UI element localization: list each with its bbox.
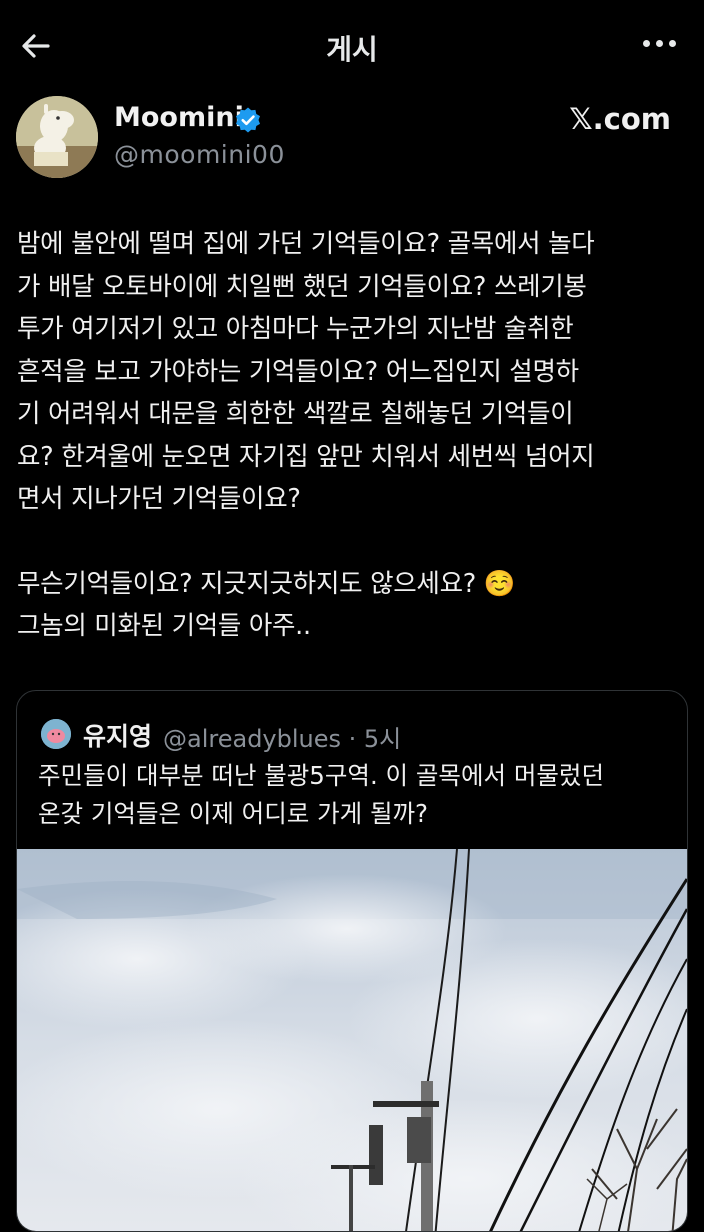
quoted-photo[interactable]: [17, 849, 687, 1232]
quoted-post[interactable]: 유지영 @alreadyblues · 5시 주민들이 대부분 떠난 불광5구역…: [16, 690, 688, 1232]
quoted-line: 주민들이 대부분 떠난 불광5구역. 이 골목에서 머물렀던: [38, 761, 604, 790]
post-line: 투가 여기저기 있고 아침마다 누군가의 지난밤 술취한: [17, 314, 574, 344]
post-line: 밤에 불안에 떨며 집에 가던 기억들이요? 골목에서 놀다: [17, 229, 595, 259]
post-line: 면서 지나가던 기억들이요?: [17, 484, 301, 514]
post-line: 기 어려워서 대문을 희한한 색깔로 칠해놓던 기억들이: [17, 399, 574, 429]
author-name[interactable]: Moomini: [114, 102, 244, 133]
avatar[interactable]: [16, 96, 98, 178]
top-bar: 게시: [0, 0, 704, 92]
post-line: 그놈의 미화된 기억들 아주..: [17, 611, 311, 641]
post-line: 요? 한겨울에 눈오면 자기집 앞만 치워서 세번씩 넘어지: [17, 441, 595, 472]
quoted-text: 주민들이 대부분 떠난 불광5구역. 이 골목에서 머물렀던 온갖 기억들은 이…: [38, 757, 678, 833]
quoted-line: 온갖 기억들은 이제 어디로 가게 될까?: [38, 799, 429, 828]
quoted-avatar: [41, 719, 71, 749]
post-line: 흔적을 보고 가야하는 기억들이요? 어느집인지 설명하: [17, 356, 579, 387]
verified-badge-icon: [236, 107, 260, 133]
author-handle[interactable]: @moomini00: [114, 140, 285, 169]
source-label: 𝕏.com: [569, 102, 671, 136]
page-title: 게시: [326, 33, 378, 66]
post-text: 밤에 불안에 떨며 집에 가던 기억들이요? 골목에서 놀다 가 배달 오토바이…: [17, 223, 687, 648]
quoted-author-name: 유지영: [83, 722, 153, 751]
quoted-handle-time: @alreadyblues · 5시: [163, 725, 402, 753]
post-line: 가 배달 오토바이에 치일뻔 했던 기억들이요? 쓰레기봉: [17, 271, 587, 302]
more-icon[interactable]: [643, 40, 676, 47]
post-line: 무슨기억들이요? 지긋지긋하지도 않으세요? ☺️: [17, 568, 516, 599]
